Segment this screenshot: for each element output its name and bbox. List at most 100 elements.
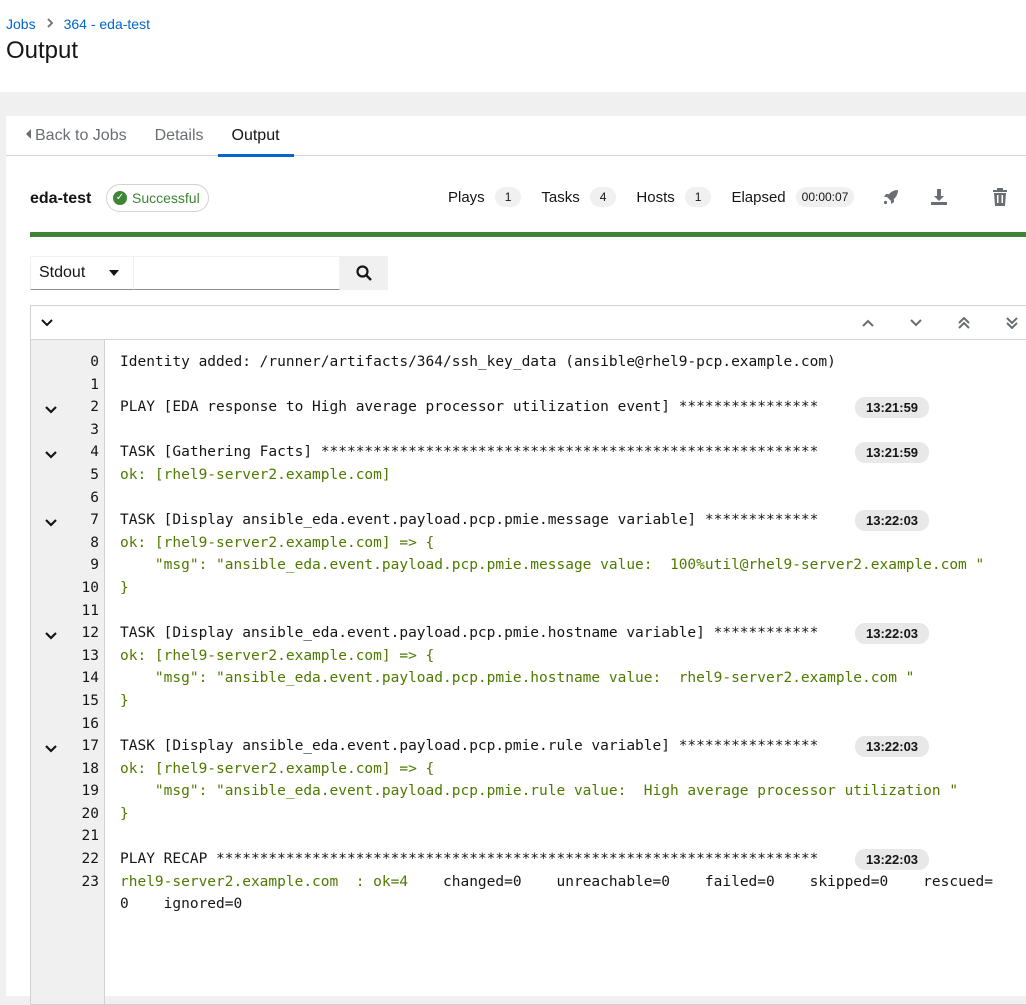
line-number: 20 [81,805,99,822]
tab-back-to-jobs[interactable]: Back to Jobs [6,116,141,156]
line-number: 11 [81,602,99,619]
search-button[interactable] [340,256,388,290]
output-line-recap-wrap: 0 ignored=0 [31,893,1026,916]
download-icon[interactable] [928,186,950,208]
elapsed-time: 00:00:07 [795,187,855,207]
event-timestamp: 13:21:59 [855,442,930,464]
output-type-select[interactable]: Stdout [30,256,134,290]
output-type-value: Stdout [39,264,86,281]
hosts-count: 1 [684,187,712,207]
page-title: Output [6,37,79,64]
output-line: 20 } [31,803,1026,826]
scroll-previous-icon[interactable] [860,315,876,331]
recap-ok: : ok=4 [338,873,409,890]
tab-output[interactable]: Output [217,116,294,157]
output-line: 21 [31,825,1026,848]
line-number: 9 [90,557,99,574]
search-icon [356,265,372,281]
line-text: rhel9-server2.example.com : ok=4 changed… [120,871,993,894]
output-line: 17 TASK [Display ansible_eda.event.paylo… [31,735,1026,758]
output-line: 19 "msg": "ansible_eda.event.payload.pcp… [31,780,1026,803]
status-badge: ✓ Successful [106,184,209,212]
line-number: 1 [90,376,99,393]
line-text: TASK [Display ansible_eda.event.payload.… [120,738,819,755]
line-text: Identity added: /runner/artifacts/364/ss… [120,354,836,370]
breadcrumb-current-job[interactable]: 364 - eda-test [64,16,150,32]
line-number: 13 [81,647,99,664]
output-line: 8 ok: [rhel9-server2.example.com] => { [31,532,1026,555]
line-number: 0 [90,354,99,370]
line-text: ok: [rhel9-server2.example.com] => { [120,534,435,551]
line-number: 2 [90,399,99,416]
output-line: 16 [31,713,1026,736]
job-stats: Plays 1 Tasks 4 Hosts 1 Elapsed 00:00:07 [448,187,855,207]
scroll-next-icon[interactable] [908,315,924,331]
output-line: 1 [31,374,1026,397]
event-timestamp: 13:22:03 [855,623,930,645]
output-line: 2 PLAY [EDA response to High average pro… [31,396,1026,419]
line-text: ok: [rhel9-server2.example.com] [120,466,391,483]
line-number: 15 [81,692,99,709]
event-timestamp: 13:22:03 [855,736,930,758]
line-number: 14 [81,670,99,687]
breadcrumb: Jobs 364 - eda-test [6,16,150,32]
output-line: 7 TASK [Display ansible_eda.event.payloa… [31,509,1026,532]
line-text: } [120,805,129,822]
search-input[interactable] [134,256,340,290]
plays-label: Plays [448,188,485,206]
tab-back-label: Back to Jobs [35,127,127,144]
elapsed-label: Elapsed [731,188,786,206]
output-line: 22 PLAY RECAP **************************… [31,848,1026,871]
chevron-right-icon [46,17,54,31]
line-text: 0 ignored=0 [120,896,243,913]
job-output-panel: 0 Identity added: /runner/artifacts/364/… [30,305,1026,1005]
line-number: 7 [90,512,99,529]
line-number: 8 [90,534,99,551]
line-text: PLAY [EDA response to High average proce… [120,399,819,416]
output-line: 3 [31,419,1026,442]
caret-left-icon [26,129,31,139]
plays-count: 1 [494,187,522,207]
line-number: 21 [81,828,99,845]
line-number: 16 [81,715,99,732]
output-line: 9 "msg": "ansible_eda.event.payload.pcp.… [31,554,1026,577]
tab-bar: Back to Jobs Details Output [6,116,1026,157]
output-line: 12 TASK [Display ansible_eda.event.paylo… [31,622,1026,645]
output-line: 6 [31,487,1026,510]
expand-collapse-all-icon[interactable] [39,315,55,331]
line-number: 10 [81,579,99,596]
line-text: TASK [Display ansible_eda.event.payload.… [120,512,819,529]
line-number: 12 [81,625,99,642]
line-number: 23 [81,873,99,890]
job-status-bar: eda-test ✓ Successful Plays 1 Tasks 4 Ho… [30,184,1026,214]
line-text: PLAY RECAP *****************************… [120,851,819,868]
output-lines: 0 Identity added: /runner/artifacts/364/… [31,351,1026,916]
line-number: 6 [90,489,99,506]
output-line: 0 Identity added: /runner/artifacts/364/… [31,351,1026,374]
output-line: 13 ok: [rhel9-server2.example.com] => { [31,645,1026,668]
line-text: "msg": "ansible_eda.event.payload.pcp.pm… [120,783,959,800]
recap-host: rhel9-server2.example.com [120,873,339,890]
event-timestamp: 13:21:59 [855,397,930,419]
line-number: 18 [81,760,99,777]
output-toolbar [31,306,1026,340]
caret-down-icon [109,270,119,276]
tab-details[interactable]: Details [141,116,218,156]
check-circle-icon: ✓ [113,191,127,205]
line-text: } [120,692,129,709]
line-number: 4 [90,444,99,461]
breadcrumb-jobs-link[interactable]: Jobs [6,16,36,32]
job-name: eda-test [30,190,92,207]
line-number: 3 [90,421,99,438]
search-toolbar: Stdout [30,256,388,290]
relaunch-rocket-icon[interactable] [880,186,902,208]
scroll-first-icon[interactable] [956,315,972,331]
delete-trash-icon[interactable] [989,186,1011,208]
scroll-last-icon[interactable] [1004,315,1020,331]
line-text: TASK [Gathering Facts] *****************… [120,444,819,461]
output-line: 14 "msg": "ansible_eda.event.payload.pcp… [31,667,1026,690]
line-text: "msg": "ansible_eda.event.payload.pcp.pm… [120,670,915,687]
output-line: 15 } [31,690,1026,713]
page-header: Jobs 364 - eda-test Output [0,0,1026,92]
tasks-count: 4 [589,187,617,207]
